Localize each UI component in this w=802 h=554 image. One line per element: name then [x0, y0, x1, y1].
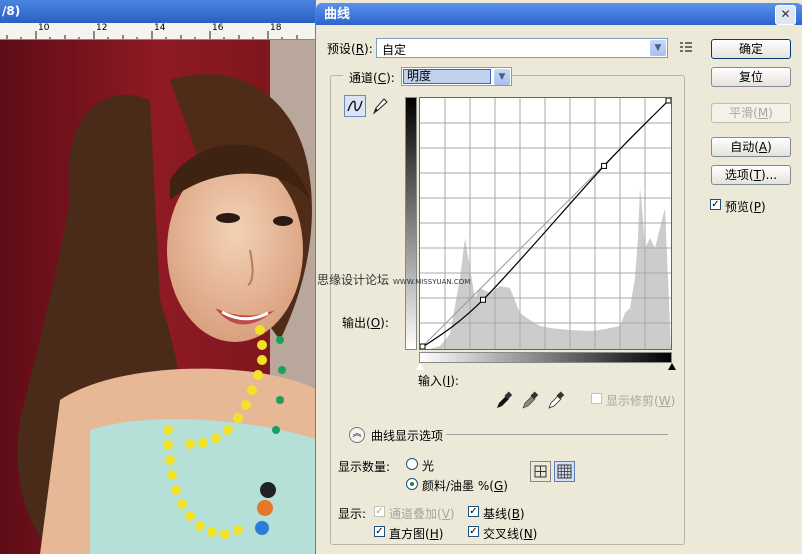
close-button[interactable]: ✕ [775, 5, 796, 25]
black-point-slider[interactable] [668, 363, 676, 370]
channel-overlay-checkbox[interactable]: ✓ [374, 506, 385, 517]
intersection-checkbox[interactable]: ✓ [468, 526, 479, 537]
dialog-title-bar[interactable]: 曲线 [316, 3, 802, 25]
menu-list-icon[interactable] [678, 40, 694, 57]
chevron-down-icon: ▼ [494, 69, 510, 85]
display-label: 显示: [338, 507, 367, 521]
curves-dialog: 曲线 ✕ 预设(R): 自定 ▼ 确定 复位 平滑(M) 自动(A) 选项(T)… [315, 0, 802, 554]
channel-dropdown[interactable]: 明度 ▼ [401, 67, 512, 86]
ruler-label: 14 [154, 23, 166, 33]
histogram-checkbox[interactable]: ✓ [374, 526, 385, 537]
simple-grid-button[interactable] [530, 461, 551, 482]
baseline-label: 基线(B) [483, 507, 525, 521]
display-options-title: 曲线显示选项 [371, 429, 444, 443]
ruler-label: 10 [38, 23, 50, 33]
pencil-icon [372, 98, 388, 115]
chevron-down-icon: ▼ [650, 40, 666, 56]
output-label: 输出(O): [342, 316, 389, 330]
white-eyedropper-icon[interactable] [546, 390, 566, 410]
intersection-label: 交叉线(N) [483, 527, 538, 541]
channel-label: 通道(C): [343, 69, 401, 86]
reset-button[interactable]: 复位 [711, 67, 791, 87]
black-eyedropper-icon[interactable] [494, 390, 514, 410]
ruler-label: 16 [212, 23, 224, 33]
pencil-tool-button[interactable] [369, 95, 391, 117]
show-amount-label: 显示数量: [338, 460, 391, 474]
preset-dropdown[interactable]: 自定 ▼ [376, 38, 668, 58]
radio-pigment[interactable] [406, 478, 418, 490]
simple-grid-icon [534, 465, 547, 478]
preview-checkbox[interactable]: ✓ [710, 199, 721, 210]
channel-value: 明度 [403, 69, 491, 84]
radio-pigment-label: 颜料/油墨 %(G) [422, 479, 508, 493]
curve-graph[interactable] [419, 97, 672, 350]
horizontal-ruler[interactable]: 10 12 14 16 18 [0, 23, 318, 40]
output-gradient-bar [405, 97, 417, 350]
curve-svg [419, 97, 672, 350]
preset-label: 预设(R): [327, 42, 373, 56]
document-title-bar: /8) [0, 0, 318, 23]
document-title-fragment: /8) [2, 4, 21, 18]
preset-value: 自定 [382, 43, 407, 57]
curve-tool-button[interactable] [344, 95, 366, 117]
ok-button[interactable]: 确定 [711, 39, 791, 59]
dialog-title: 曲线 [324, 7, 351, 22]
ruler-label: 18 [270, 23, 282, 33]
collapse-toggle-icon[interactable]: ︽ [349, 427, 365, 443]
histogram-label: 直方图(H) [389, 527, 444, 541]
auto-button[interactable]: 自动(A) [711, 137, 791, 157]
close-icon: ✕ [780, 7, 791, 21]
section-divider [446, 434, 668, 435]
document-window: /8) 10 12 14 16 18 [0, 0, 318, 554]
gray-eyedropper-icon[interactable] [520, 390, 540, 410]
photo-canvas[interactable] [0, 40, 318, 554]
radio-light[interactable] [406, 458, 418, 470]
options-button[interactable]: 选项(T)... [711, 165, 791, 185]
white-point-slider[interactable] [416, 363, 424, 370]
radio-light-label: 光 [422, 459, 435, 473]
curve-control-point[interactable] [419, 343, 426, 350]
baseline-checkbox[interactable]: ✓ [468, 506, 479, 517]
show-clipping-label: 显示修剪(W) [606, 394, 676, 408]
curve-control-point[interactable] [479, 296, 486, 303]
input-label: 输入(I): [418, 374, 459, 388]
preview-label: 预览(P) [725, 200, 766, 214]
watermark: 思缘设计论坛 WWW.MISSYUAN.COM [317, 273, 471, 287]
curve-control-point[interactable] [665, 97, 672, 104]
smooth-button[interactable]: 平滑(M) [711, 103, 791, 123]
show-clipping-checkbox[interactable] [591, 393, 602, 404]
detailed-grid-icon [557, 464, 572, 479]
ruler-label: 12 [96, 23, 108, 33]
curve-control-point[interactable] [601, 162, 608, 169]
input-gradient-bar [419, 352, 672, 363]
detailed-grid-button[interactable] [554, 461, 575, 482]
curve-tool-icon [347, 100, 363, 112]
channel-overlay-label: 通道叠加(V) [389, 507, 455, 521]
